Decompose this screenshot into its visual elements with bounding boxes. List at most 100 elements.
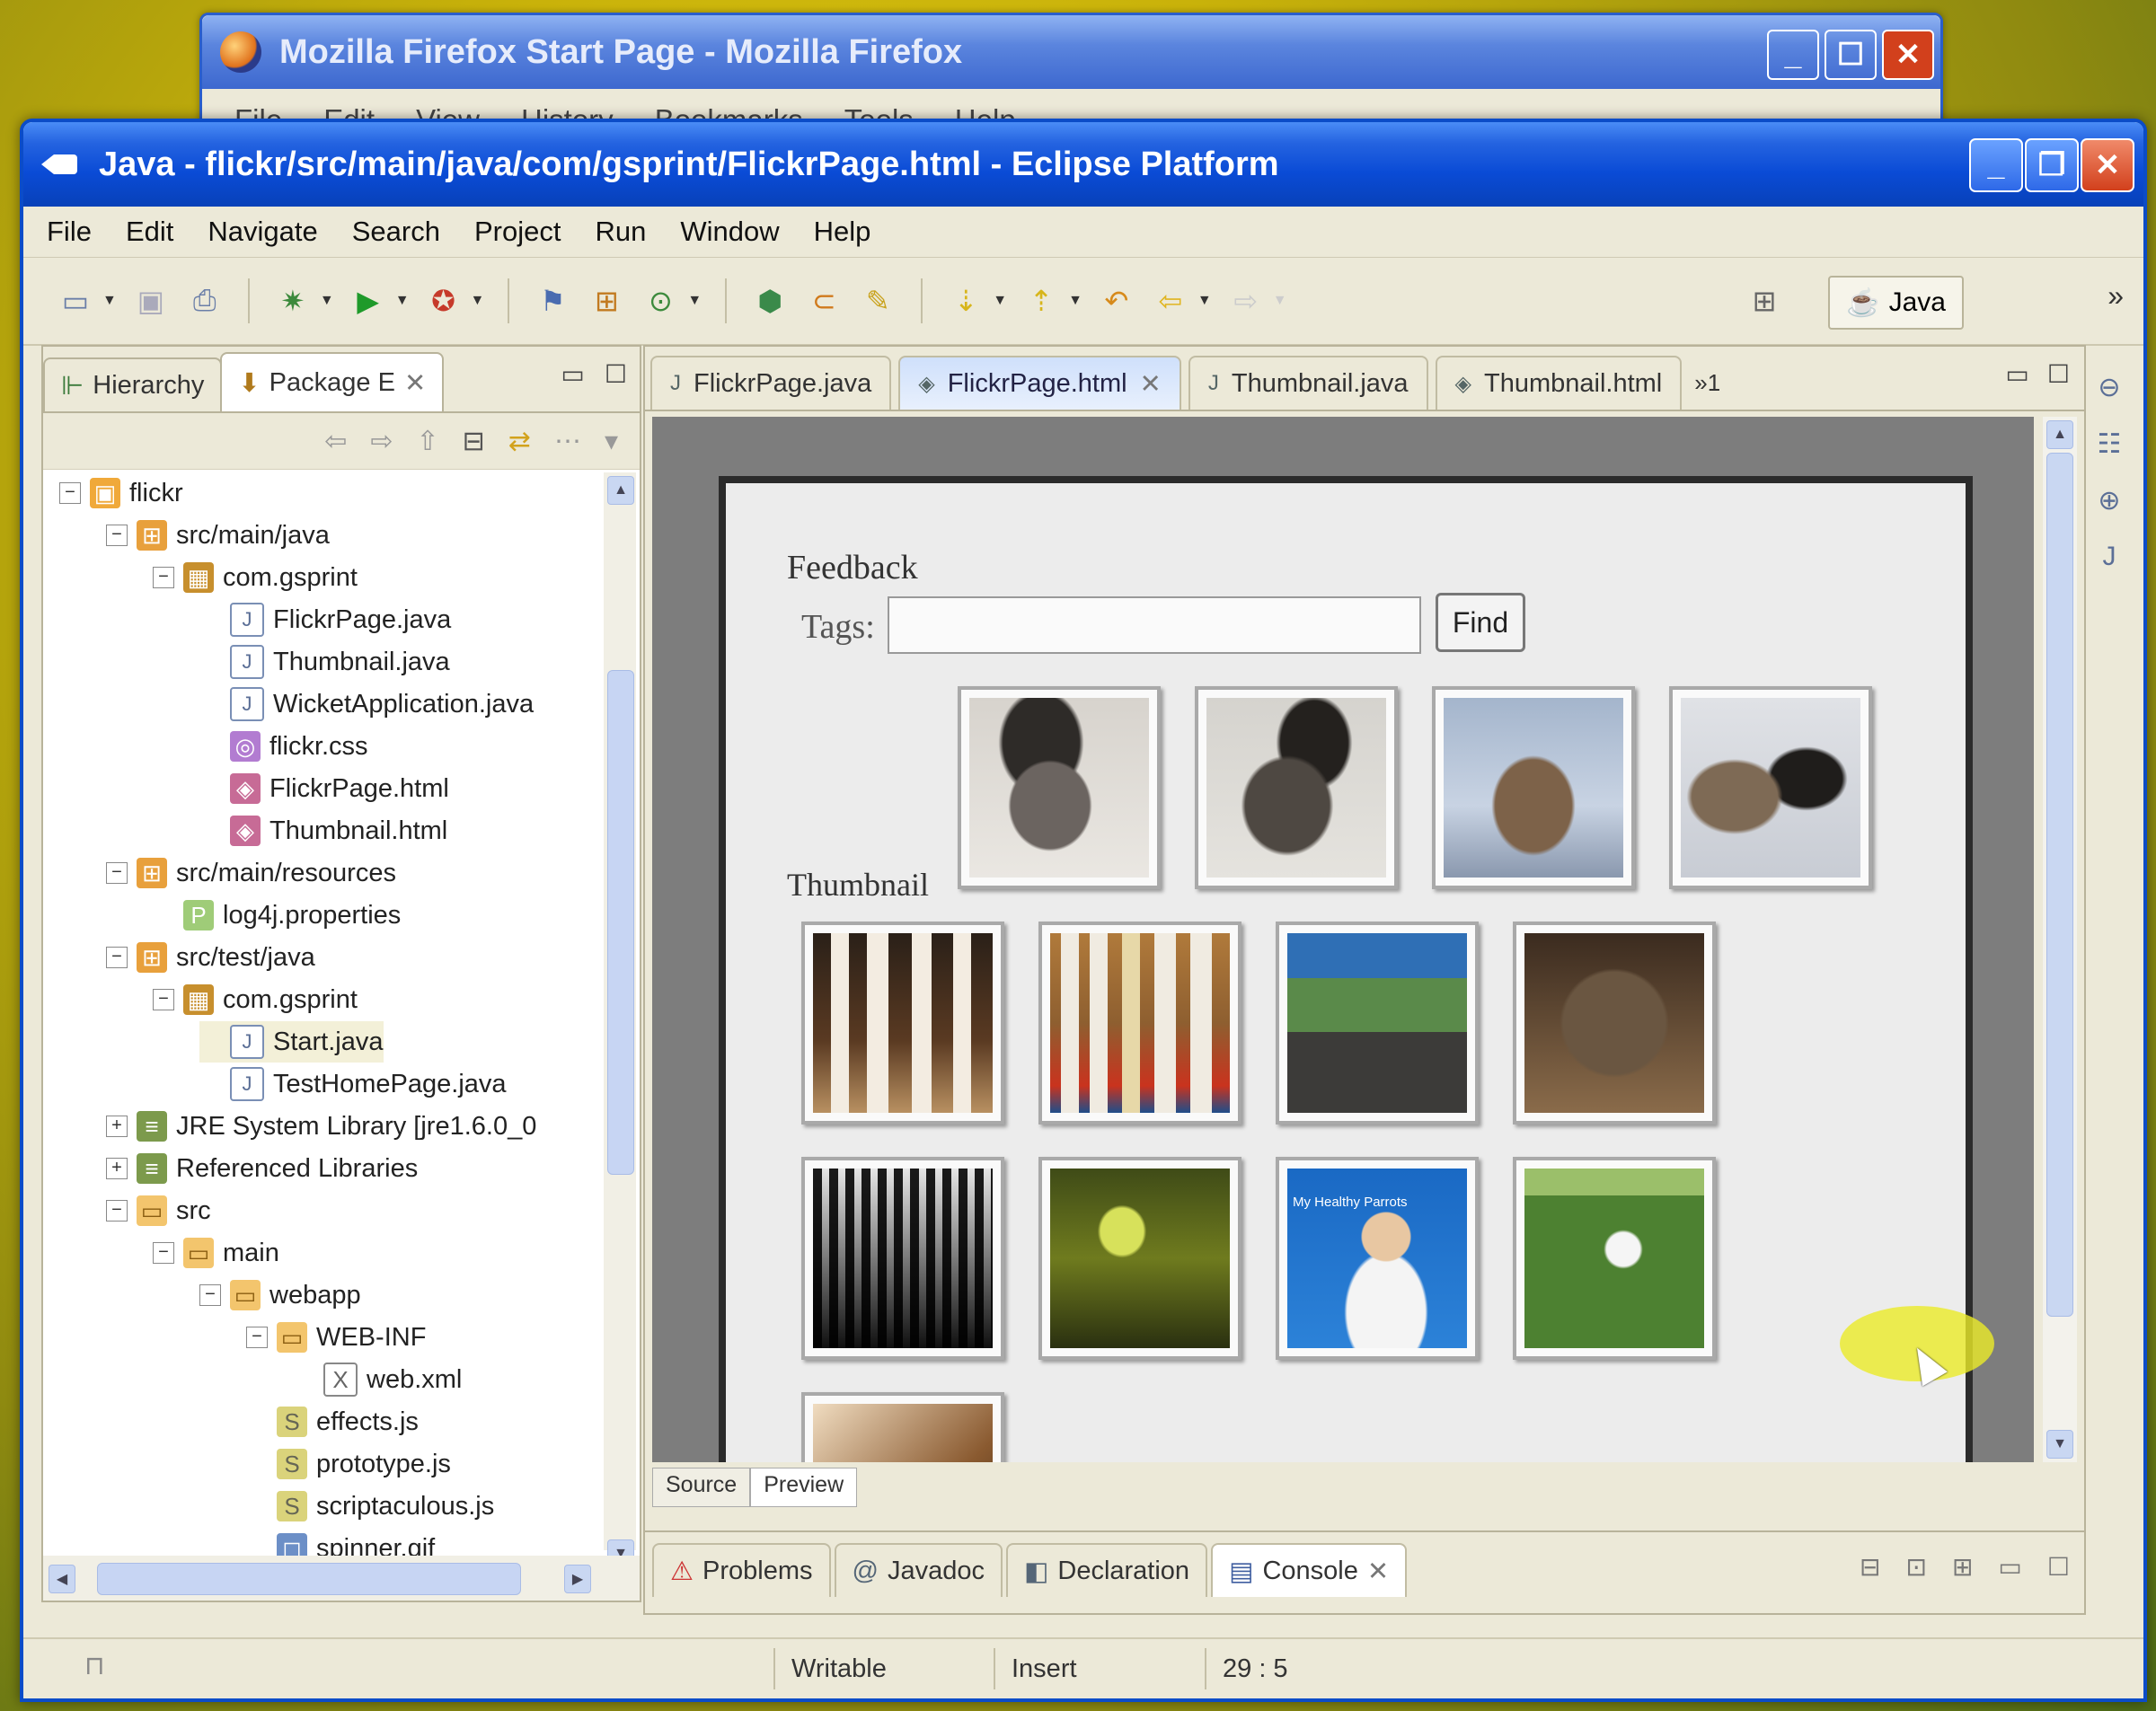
new-java-project-icon[interactable]: ⚑: [533, 281, 572, 321]
scroll-right-icon[interactable]: ▶: [564, 1565, 591, 1593]
forward-icon[interactable]: ⇨: [370, 426, 393, 457]
new-icon[interactable]: ▭: [56, 281, 95, 321]
scrollbar-thumb[interactable]: [2046, 453, 2073, 1317]
more-tabs-indicator[interactable]: »1: [1694, 369, 1720, 397]
tab-flickrpage-java[interactable]: J FlickrPage.java: [650, 356, 892, 410]
menu-file[interactable]: File: [47, 216, 92, 248]
up-icon[interactable]: ⇧: [417, 426, 439, 457]
scroll-up-icon[interactable]: ▲: [607, 476, 634, 505]
scroll-up-icon[interactable]: ▲: [2046, 420, 2073, 449]
tree-item[interactable]: ◎ flickr.css: [199, 726, 368, 767]
scroll-down-icon[interactable]: ▼: [2046, 1430, 2073, 1459]
tab-preview[interactable]: Preview: [750, 1468, 858, 1507]
forward-dropdown-icon[interactable]: ▼: [1273, 293, 1287, 309]
tree-vertical-scrollbar[interactable]: ▲ ▼: [604, 472, 636, 1568]
tree-item[interactable]: Sprototype.js: [246, 1443, 451, 1485]
firefox-minimize-button[interactable]: _: [1767, 30, 1819, 80]
collapse-icon[interactable]: −: [106, 525, 128, 546]
tree-item[interactable]: J Thumbnail.java: [199, 641, 450, 683]
tab-thumbnail-html[interactable]: ◈ Thumbnail.html: [1435, 356, 1683, 410]
collapse-icon[interactable]: −: [153, 989, 174, 1010]
thumbnail-image[interactable]: [1038, 1157, 1241, 1360]
tree-item[interactable]: + ≡ JRE System Library [jre1.6.0_0: [106, 1106, 536, 1147]
tree-item[interactable]: − ▭ webapp: [199, 1274, 361, 1316]
maximize-view-icon[interactable]: ☐: [2047, 1552, 2070, 1582]
open-type-icon[interactable]: ⬢: [750, 281, 790, 321]
back-icon[interactable]: ⇦: [1151, 281, 1190, 321]
forward-icon[interactable]: ⇨: [1226, 281, 1266, 321]
feedback-image[interactable]: [1669, 686, 1872, 889]
menu-help[interactable]: Help: [814, 216, 871, 248]
save-icon[interactable]: ▣: [131, 281, 171, 321]
thumbnail-image[interactable]: [1513, 1157, 1716, 1360]
open-perspective-icon[interactable]: ⊞: [1745, 281, 1784, 321]
tree-horizontal-scrollbar[interactable]: ◀ ▶: [43, 1556, 640, 1601]
new-dropdown-icon[interactable]: ▼: [102, 293, 117, 309]
outline-view-icon[interactable]: ☷: [2098, 428, 2122, 460]
preview-vertical-scrollbar[interactable]: ▲ ▼: [2043, 417, 2077, 1462]
new-package-icon[interactable]: ⊞: [587, 281, 626, 321]
chevron-down-icon[interactable]: ▾: [605, 426, 618, 457]
firefox-close-button[interactable]: ✕: [1882, 30, 1934, 80]
tree-item[interactable]: − ▭ main: [153, 1232, 279, 1274]
expand-icon[interactable]: +: [106, 1158, 128, 1179]
clear-console-icon[interactable]: ⊟: [1860, 1552, 1880, 1582]
scrollbar-thumb[interactable]: [97, 1563, 521, 1595]
tree-item[interactable]: J TestHomePage.java: [199, 1063, 507, 1105]
tree-item[interactable]: − ⊞ src/test/java: [106, 937, 315, 978]
find-button[interactable]: Find: [1436, 593, 1525, 652]
tab-thumbnail-java[interactable]: J Thumbnail.java: [1188, 356, 1428, 410]
maximize-view-icon[interactable]: ☐: [2047, 359, 2070, 389]
menu-project[interactable]: Project: [474, 216, 561, 248]
collapse-all-icon[interactable]: ⊟: [463, 426, 485, 457]
debug-dropdown-icon[interactable]: ▼: [320, 293, 334, 309]
display-console-icon[interactable]: ⊞: [1952, 1552, 1973, 1582]
last-edit-location-icon[interactable]: ↶: [1097, 281, 1136, 321]
feedback-image[interactable]: [1432, 686, 1635, 889]
tree-item[interactable]: + ≡ Referenced Libraries: [106, 1148, 418, 1189]
eclipse-titlebar[interactable]: Java - flickr/src/main/java/com/gsprint/…: [23, 122, 2143, 207]
collapse-icon[interactable]: −: [199, 1284, 221, 1306]
eclipse-window[interactable]: Java - flickr/src/main/java/com/gsprint/…: [20, 119, 2147, 1702]
firefox-maximize-button[interactable]: ☐: [1825, 30, 1877, 80]
next-annotation-dropdown-icon[interactable]: ▼: [993, 293, 1007, 309]
thumbnail-image[interactable]: [801, 1392, 1004, 1462]
tree-item[interactable]: Plog4j.properties: [153, 895, 401, 936]
tab-hierarchy[interactable]: ⊩ Hierarchy: [43, 357, 223, 411]
tree-item[interactable]: ◻ spinner.gif: [246, 1528, 435, 1559]
tree-item[interactable]: − ⊞ src/main/java: [106, 515, 330, 556]
tree-item[interactable]: J Start.java: [199, 1021, 384, 1063]
chevron-right-icon[interactable]: »: [2107, 279, 2124, 313]
back-dropdown-icon[interactable]: ▼: [1197, 293, 1212, 309]
tree-item[interactable]: Xweb.xml: [293, 1359, 462, 1400]
tree-item[interactable]: ◈ Thumbnail.html: [199, 810, 447, 851]
external-tools-icon[interactable]: ✪: [424, 281, 464, 321]
outline-icon[interactable]: ⊖: [2098, 372, 2120, 403]
tree-item[interactable]: Seffects.js: [246, 1401, 419, 1442]
tree-item[interactable]: ◈ FlickrPage.html: [199, 768, 449, 809]
search-icon[interactable]: ✎: [858, 281, 897, 321]
feedback-image[interactable]: [1195, 686, 1398, 889]
run-icon[interactable]: ▶: [349, 281, 388, 321]
task-list-icon[interactable]: ⊕: [2098, 485, 2120, 516]
tree-item[interactable]: J WicketApplication.java: [199, 684, 534, 725]
open-folder-icon[interactable]: ⊂: [804, 281, 844, 321]
minimize-view-icon[interactable]: ▭: [1998, 1552, 2021, 1582]
menu-navigate[interactable]: Navigate: [208, 216, 317, 248]
maximize-button[interactable]: ❐: [2025, 138, 2079, 192]
javadoc-icon[interactable]: J: [2103, 542, 2116, 572]
thumbnail-image[interactable]: [1276, 922, 1479, 1124]
expand-icon[interactable]: +: [106, 1116, 128, 1137]
previous-annotation-dropdown-icon[interactable]: ▼: [1068, 293, 1082, 309]
minimize-view-icon[interactable]: ▭: [561, 359, 584, 389]
tab-console[interactable]: ▤ Console ✕: [1211, 1543, 1408, 1597]
close-button[interactable]: ✕: [2081, 138, 2134, 192]
previous-annotation-icon[interactable]: ⇡: [1021, 281, 1061, 321]
fast-view-icon[interactable]: ⊓: [84, 1650, 105, 1681]
tree-item[interactable]: − ▭ WEB-INF: [246, 1317, 426, 1358]
print-icon[interactable]: ⎙: [185, 281, 225, 321]
collapse-icon[interactable]: −: [106, 862, 128, 884]
tree-item[interactable]: J FlickrPage.java: [199, 599, 451, 640]
back-icon[interactable]: ⇦: [324, 426, 347, 457]
tags-input[interactable]: [888, 596, 1421, 654]
